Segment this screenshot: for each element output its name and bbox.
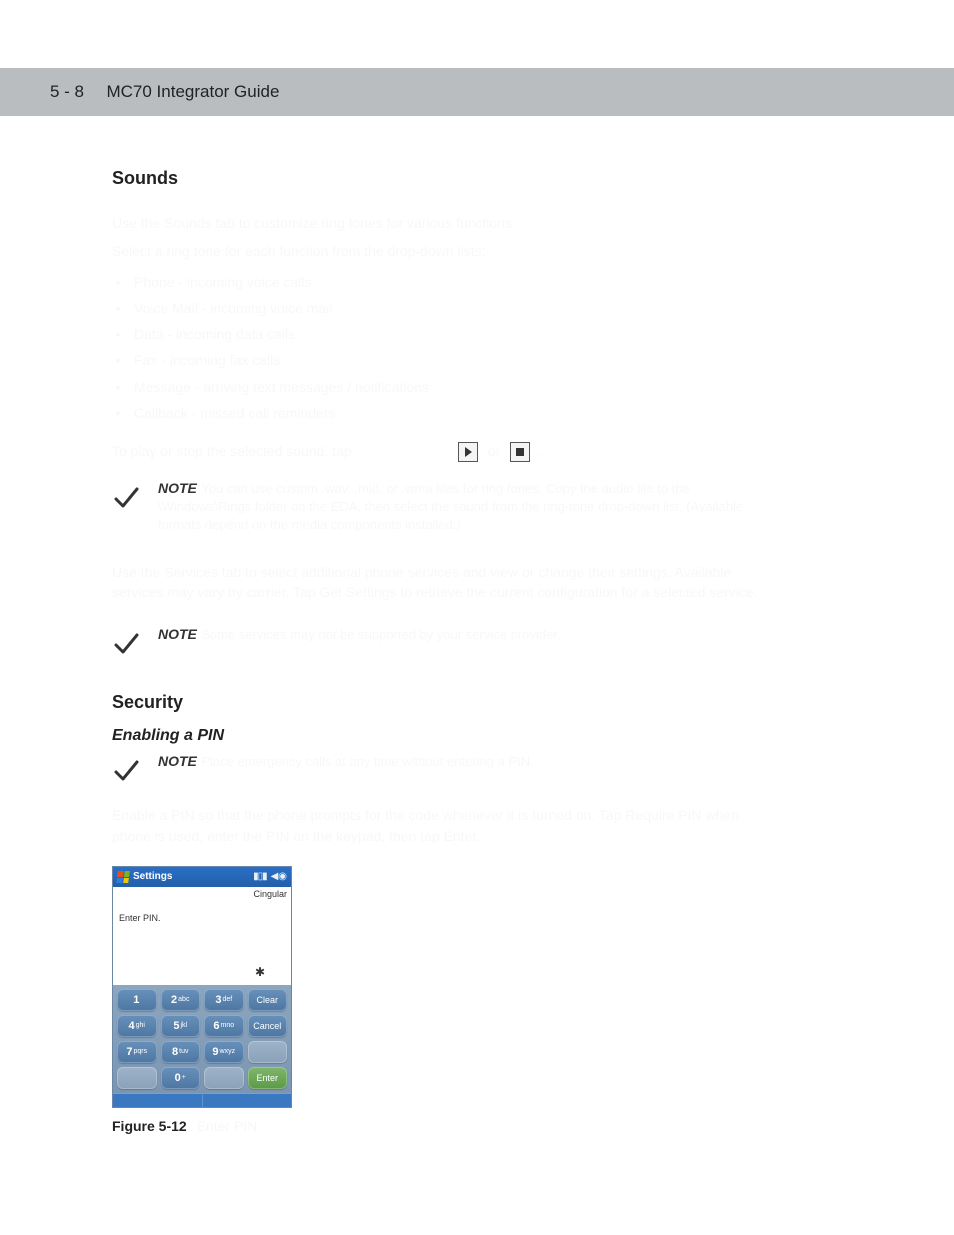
keypad-2[interactable]: 2abc (161, 989, 201, 1011)
services-paragraph: Use the Services tab to select additiona… (112, 562, 780, 603)
list-item: •Phone - incoming voice calls (112, 272, 780, 292)
sounds-list: •Phone - incoming voice calls •Voice Mai… (112, 272, 780, 424)
speaker-icon: ◀◉ (271, 871, 287, 882)
enable-pin-paragraph: Enable a PIN so that the phone prompts f… (112, 805, 780, 846)
list-item: •Fax - incoming fax calls (112, 350, 780, 370)
page-content: Sounds Use the Sounds tab to customize r… (0, 116, 830, 1174)
device-title: Settings (133, 871, 249, 882)
list-item: •Data - incoming data calls (112, 324, 780, 344)
note-label: NOTE (158, 480, 197, 496)
stop-icon[interactable] (510, 442, 530, 462)
device-titlebar: Settings ▮▯▮ ◀◉ (113, 867, 291, 887)
keypad-enter[interactable]: Enter (248, 1067, 288, 1089)
play-icon[interactable] (458, 442, 478, 462)
note-text: Place emergency calls at any time withou… (201, 754, 533, 769)
sounds-intro: Use the Sounds tab to customize ring ton… (112, 213, 780, 233)
figure-number: Figure 5-12 (112, 1118, 187, 1134)
play-or: or (488, 441, 500, 461)
keypad-0[interactable]: 0+ (161, 1067, 201, 1089)
keypad-5[interactable]: 5jkl (161, 1015, 201, 1037)
note-block: NOTE Some services may not be supported … (112, 626, 780, 658)
list-item: •Message - arriving text messages / noti… (112, 377, 780, 397)
device-screen: Cingular Enter PIN. ✱ (113, 887, 291, 985)
note-label: NOTE (158, 626, 197, 642)
keypad-blank: . (204, 1067, 244, 1089)
carrier-label: Cingular (253, 889, 287, 899)
softkey-left[interactable] (113, 1093, 202, 1107)
keypad-7[interactable]: 7pqrs (117, 1041, 157, 1063)
note-label: NOTE (158, 753, 197, 769)
windows-flag-icon (116, 871, 130, 883)
keypad-1[interactable]: 1 (117, 989, 157, 1011)
page-header: 5 - 8 MC70 Integrator Guide (0, 68, 954, 116)
play-line-before: To play or stop the selected sound, tap (112, 441, 352, 461)
checkmark-icon (112, 626, 142, 658)
keypad-cancel[interactable]: Cancel (248, 1015, 288, 1037)
enabling-pin-heading: Enabling a PIN (112, 727, 780, 745)
note-text: Some services may not be supported by yo… (201, 627, 560, 642)
keypad-blank: . (248, 1041, 288, 1063)
sounds-heading: Sounds (112, 168, 780, 189)
note-text: You can use custom .wav, .mid, or .wma f… (158, 481, 743, 532)
enter-pin-prompt: Enter PIN. (119, 913, 161, 923)
device-softkey-bar (113, 1093, 291, 1107)
keypad-clear[interactable]: Clear (248, 989, 288, 1011)
page-number: 5 - 8 (50, 82, 84, 101)
checkmark-icon (112, 753, 142, 785)
figure-caption-text: Enter PIN (197, 1118, 258, 1134)
keypad-6[interactable]: 6mno (204, 1015, 244, 1037)
security-heading: Security (112, 692, 780, 713)
keypad-4[interactable]: 4ghi (117, 1015, 157, 1037)
sounds-list-intro: Select a ring tone for each function fro… (112, 241, 780, 261)
guide-title: MC70 Integrator Guide (106, 82, 279, 101)
device-keypad: 1 2abc 3def Clear 4ghi 5jkl 6mno Cancel … (113, 985, 291, 1093)
keypad-blank: . (117, 1067, 157, 1089)
keypad-9[interactable]: 9wxyz (204, 1041, 244, 1063)
list-item: •Voice Mail - incoming voice mail (112, 298, 780, 318)
note-block: NOTE You can use custom .wav, .mid, or .… (112, 480, 780, 534)
play-stop-line: To play or stop the selected sound, tap … (112, 441, 780, 461)
keypad-3[interactable]: 3def (204, 989, 244, 1011)
play-line-after: . (540, 441, 544, 461)
note-block: NOTE Place emergency calls at any time w… (112, 753, 780, 785)
signal-icon: ▮▯▮ (253, 871, 267, 882)
pin-masked: ✱ (255, 965, 265, 979)
device-screenshot: Settings ▮▯▮ ◀◉ Cingular Enter PIN. ✱ 1 … (112, 866, 292, 1108)
figure-caption: Figure 5-12 Enter PIN (112, 1118, 780, 1134)
keypad-8[interactable]: 8tuv (161, 1041, 201, 1063)
list-item: •Callback - missed call reminders (112, 403, 780, 423)
checkmark-icon (112, 480, 142, 512)
softkey-right[interactable] (202, 1093, 292, 1107)
